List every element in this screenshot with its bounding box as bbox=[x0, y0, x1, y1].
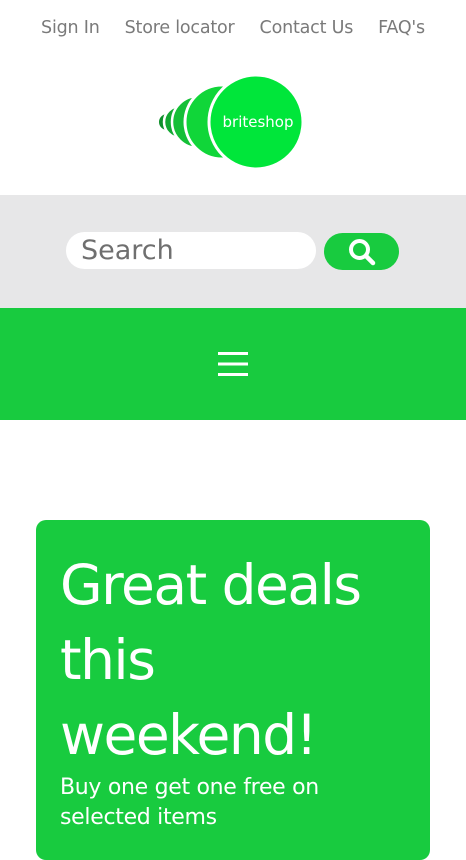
hamburger-icon bbox=[218, 352, 248, 376]
menu-toggle-button[interactable] bbox=[213, 344, 253, 384]
logo-mark: briteshop bbox=[157, 73, 305, 171]
faqs-link[interactable]: FAQ's bbox=[378, 18, 425, 38]
top-nav: Sign In Store locator Contact Us FAQ's bbox=[0, 0, 466, 56]
search-bar bbox=[0, 195, 466, 308]
promo-subtitle: Buy one get one free on selected items bbox=[60, 775, 319, 830]
sign-in-link[interactable]: Sign In bbox=[41, 18, 100, 38]
contact-us-link[interactable]: Contact Us bbox=[260, 18, 354, 38]
search-input[interactable] bbox=[66, 232, 316, 269]
promo-banner[interactable]: Great deals this weekend! Buy one get on… bbox=[36, 520, 430, 860]
menu-bar bbox=[0, 308, 466, 420]
logo-text: briteshop bbox=[223, 113, 294, 131]
store-locator-link[interactable]: Store locator bbox=[125, 18, 235, 38]
promo-title: Great deals this weekend! bbox=[60, 553, 362, 767]
search-icon bbox=[348, 238, 375, 265]
briteshop-logo[interactable]: briteshop bbox=[155, 72, 305, 172]
search-button[interactable] bbox=[324, 233, 399, 270]
